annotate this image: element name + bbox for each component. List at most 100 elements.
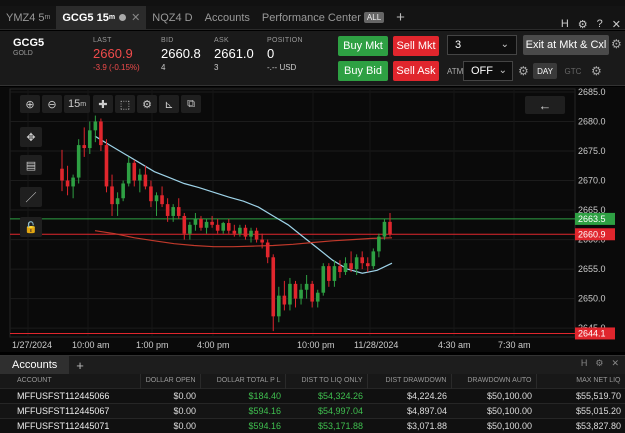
- candle-body: [104, 145, 109, 187]
- add-tab-icon[interactable]: +: [390, 9, 411, 26]
- help-icon[interactable]: ?: [597, 18, 603, 30]
- templates-icon[interactable]: ⧉: [181, 95, 201, 113]
- cursor-tool-icon[interactable]: ✥: [20, 127, 42, 147]
- x-tick-label: 1:00 pm: [136, 340, 169, 350]
- candle-body: [254, 230, 259, 240]
- tab-ymz4[interactable]: YMZ4 5m: [0, 6, 56, 30]
- moving-average-line: [94, 135, 393, 274]
- symbol-description: GOLD: [13, 50, 33, 57]
- candle-body: [260, 239, 264, 243]
- y-tick-label: 2650.0: [578, 294, 606, 304]
- close-panel-icon[interactable]: ✕: [611, 358, 619, 369]
- sell-mkt-button[interactable]: Sell Mkt: [393, 36, 439, 56]
- sell-ask-button[interactable]: Sell Ask: [393, 61, 439, 81]
- candle-body: [65, 180, 70, 187]
- indicators-icon[interactable]: ⊾: [159, 95, 179, 113]
- candle-body: [304, 283, 309, 290]
- last-change: -3.9 (-0.15%): [93, 63, 140, 72]
- selection-box-icon[interactable]: ⬚: [115, 95, 135, 113]
- tab-accounts[interactable]: Accounts: [199, 6, 256, 30]
- zoom-in-icon[interactable]: ⊕: [20, 95, 40, 113]
- table-header-row: ACCOUNT DOLLAR OPEN DOLLAR TOTAL P L DIS…: [0, 374, 625, 388]
- close-window-icon[interactable]: ✕: [612, 18, 621, 31]
- table-row[interactable]: MFFUSFST112445067 $0.00 $594.16 $54,997.…: [0, 402, 625, 418]
- candle-body: [382, 221, 387, 237]
- col-dist-drawdown[interactable]: DIST DRAWDOWN: [367, 374, 452, 388]
- exit-at-mkt-button[interactable]: Exit at Mkt & Cxl: [523, 35, 609, 55]
- candle-body: [193, 218, 198, 225]
- position-value: 0: [267, 46, 275, 61]
- y-tick-label: 2655.0: [578, 264, 606, 274]
- chevron-down-icon: ⌄: [500, 39, 509, 50]
- col-max-net-liq[interactable]: MAX NET LIQ: [536, 374, 625, 388]
- buy-bid-button[interactable]: Buy Bid: [338, 61, 388, 81]
- bid-column: BID 2660.8 4: [161, 37, 201, 72]
- order-settings-gear-icon[interactable]: ⚙: [611, 37, 622, 51]
- close-tab-icon[interactable]: ✕: [131, 11, 140, 24]
- x-tick-label: 4:30 am: [438, 340, 471, 350]
- x-tick-label: 10:00 am: [72, 340, 110, 350]
- candle-body: [321, 266, 326, 293]
- position-column: POSITION 0 -.-- USD: [267, 37, 303, 72]
- candle-body: [154, 195, 159, 202]
- y-tick-label: 2675.0: [578, 146, 606, 156]
- col-dollar-open[interactable]: DOLLAR OPEN: [140, 374, 201, 388]
- draw-line-tool-icon[interactable]: ／: [20, 187, 42, 207]
- candle-body: [93, 121, 98, 131]
- position-pnl: -.-- USD: [267, 63, 297, 72]
- h-icon[interactable]: H: [581, 358, 588, 369]
- candle-body: [282, 295, 287, 305]
- x-tick-label: 7:30 am: [498, 340, 531, 350]
- quantity-select[interactable]: 3 ⌄: [447, 35, 517, 55]
- col-drawdown-auto[interactable]: DRAWDOWN AUTO: [451, 374, 537, 388]
- candle-body: [327, 266, 331, 281]
- zoom-out-icon[interactable]: ⊖: [42, 95, 62, 113]
- gear-icon[interactable]: ⚙: [595, 358, 603, 369]
- atm-select[interactable]: OFF ⌄: [463, 61, 513, 81]
- notes-tool-icon[interactable]: ▤: [20, 155, 42, 175]
- interval-button[interactable]: 15 m: [64, 95, 90, 113]
- candle-body: [299, 289, 303, 299]
- candle-body: [176, 207, 181, 216]
- col-dollar-total-pl[interactable]: DOLLAR TOTAL P L: [200, 374, 286, 388]
- candle-body: [210, 221, 214, 225]
- last-column: LAST 2660.9 -3.9 (-0.15%): [93, 37, 140, 72]
- candle-body: [138, 174, 142, 181]
- add-panel-tab-icon[interactable]: +: [69, 358, 91, 373]
- candle-body: [238, 227, 242, 234]
- h-icon[interactable]: H: [561, 18, 569, 30]
- lock-tool-icon[interactable]: 🔓: [20, 217, 42, 237]
- chart-settings-gear-icon[interactable]: ⚙: [137, 95, 157, 113]
- price-chart[interactable]: 2645.02650.02655.02660.02665.02670.02675…: [0, 87, 625, 352]
- table-row[interactable]: MFFUSFST112445066 $0.00 $184.40 $54,324.…: [0, 387, 625, 403]
- tab-nqz4[interactable]: NQZ4 D: [146, 6, 198, 30]
- candle-body: [87, 130, 92, 149]
- candle-body: [60, 168, 64, 181]
- col-account[interactable]: ACCOUNT: [0, 374, 141, 388]
- back-arrow-button[interactable]: ←: [525, 96, 565, 114]
- candle-body: [132, 162, 137, 181]
- candle-body: [76, 145, 81, 178]
- candle-body: [171, 207, 175, 216]
- tab-gcg5[interactable]: GCG5 15 m ✕: [56, 5, 147, 30]
- crosshair-icon[interactable]: ✚: [93, 95, 113, 113]
- candle-body: [243, 227, 248, 237]
- candle-body: [160, 195, 164, 205]
- tab-performance-center[interactable]: Performance Center ALL: [256, 6, 390, 30]
- day-toggle[interactable]: DAY: [533, 63, 557, 79]
- atm-gear-icon[interactable]: ⚙: [518, 64, 529, 78]
- price-tag-label: 2660.9: [578, 229, 606, 239]
- y-tick-label: 2670.0: [578, 176, 606, 186]
- buy-mkt-button[interactable]: Buy Mkt: [338, 36, 388, 56]
- tif-gear-icon[interactable]: ⚙: [591, 64, 602, 78]
- candle-body: [204, 221, 209, 228]
- candle-body: [249, 230, 253, 237]
- tab-accounts-panel[interactable]: Accounts: [0, 356, 70, 374]
- chart-canvas[interactable]: 2645.02650.02655.02660.02665.02670.02675…: [0, 87, 625, 352]
- gear-icon[interactable]: ⚙: [578, 18, 588, 31]
- table-row[interactable]: MFFUSFST112445071 $0.00 $594.16 $53,171.…: [0, 417, 625, 433]
- candle-body: [288, 283, 292, 305]
- col-dist-to-liq[interactable]: DIST TO LIQ ONLY: [285, 374, 368, 388]
- candle-body: [371, 251, 376, 267]
- gtc-toggle[interactable]: GTC: [561, 63, 585, 79]
